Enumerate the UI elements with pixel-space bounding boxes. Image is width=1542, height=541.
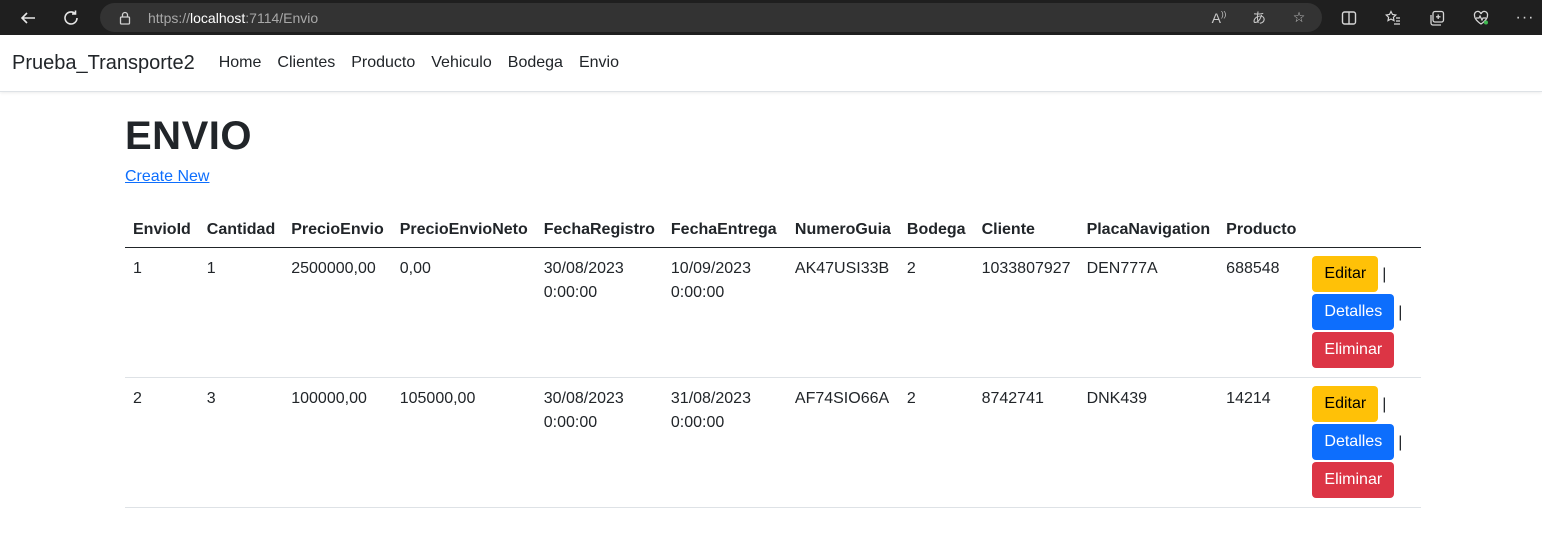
row-actions: Editar | Detalles | Eliminar [1304, 377, 1421, 508]
cell-fechaentrega: 31/08/2023 0:00:00 [662, 377, 787, 508]
header-cantidad: Cantidad [198, 213, 284, 248]
header-envioid: EnvioId [125, 213, 199, 248]
cell-placa: DEN777A [1078, 247, 1219, 378]
table-row: 2 3 100000,00 105000,00 30/08/2023 0:00:… [125, 377, 1421, 508]
split-screen-icon[interactable] [1340, 9, 1358, 27]
nav-link-bodega[interactable]: Bodega [500, 54, 571, 72]
translate-icon[interactable]: あ [1250, 8, 1268, 28]
nav-link-vehiculo[interactable]: Vehiculo [423, 54, 500, 72]
cell-bodega: 2 [898, 377, 974, 508]
action-separator: | [1382, 266, 1387, 283]
main-content: ENVIO Create New EnvioId Cantidad Precio… [125, 92, 1421, 508]
details-button[interactable]: Detalles [1312, 424, 1395, 460]
cell-numeroguia: AK47USI33B [786, 247, 899, 378]
header-numeroguia: NumeroGuia [786, 213, 899, 248]
create-new-link[interactable]: Create New [125, 168, 209, 186]
cell-cantidad: 3 [198, 377, 284, 508]
browser-toolbar: https://localhost:7114/Envio A)) あ ☆ ··· [0, 0, 1542, 35]
cell-producto: 14214 [1218, 377, 1305, 508]
cell-numeroguia: AF74SIO66A [786, 377, 899, 508]
more-options-icon[interactable]: ··· [1516, 9, 1534, 27]
cell-fecharegistro: 30/08/2023 0:00:00 [535, 377, 663, 508]
nav-link-producto[interactable]: Producto [343, 54, 423, 72]
action-separator: | [1382, 396, 1387, 413]
cell-fechaentrega: 10/09/2023 0:00:00 [662, 247, 787, 378]
header-producto: Producto [1218, 213, 1305, 248]
header-actions [1304, 213, 1421, 248]
cell-envioid: 1 [125, 247, 199, 378]
browser-essentials-icon[interactable] [1472, 9, 1490, 27]
cell-producto: 688548 [1218, 247, 1305, 378]
cell-bodega: 2 [898, 247, 974, 378]
url-text: https://localhost:7114/Envio [148, 9, 319, 26]
action-separator: | [1398, 304, 1403, 321]
row-actions: Editar | Detalles | Eliminar [1304, 247, 1421, 378]
favorites-icon[interactable] [1384, 9, 1402, 27]
cell-precioenvio: 2500000,00 [283, 247, 392, 378]
cell-fecharegistro: 30/08/2023 0:00:00 [535, 247, 663, 378]
page-title: ENVIO [125, 114, 252, 158]
cell-precioenvioneto: 0,00 [391, 247, 536, 378]
nav-link-home[interactable]: Home [211, 54, 270, 72]
cell-placa: DNK439 [1078, 377, 1219, 508]
table-row: 1 1 2500000,00 0,00 30/08/2023 0:00:00 1… [125, 247, 1421, 378]
cell-cantidad: 1 [198, 247, 284, 378]
header-bodega: Bodega [898, 213, 974, 248]
header-precioenvio: PrecioEnvio [283, 213, 392, 248]
cell-precioenvioneto: 105000,00 [391, 377, 536, 508]
edit-button[interactable]: Editar [1312, 386, 1379, 422]
table-header-row: EnvioId Cantidad PrecioEnvio PrecioEnvio… [125, 213, 1421, 248]
cell-cliente: 8742741 [973, 377, 1079, 508]
collections-icon[interactable] [1428, 9, 1446, 27]
cell-precioenvio: 100000,00 [283, 377, 392, 508]
header-cliente: Cliente [973, 213, 1079, 248]
nav-link-clientes[interactable]: Clientes [269, 54, 343, 72]
details-button[interactable]: Detalles [1312, 294, 1395, 330]
header-fecharegistro: FechaRegistro [535, 213, 663, 248]
header-placanavigation: PlacaNavigation [1078, 213, 1219, 248]
navbar-brand[interactable]: Prueba_Transporte2 [12, 52, 195, 75]
cell-cliente: 1033807927 [973, 247, 1079, 378]
header-fechaentrega: FechaEntrega [662, 213, 787, 248]
back-button[interactable] [10, 0, 46, 35]
action-separator: | [1398, 434, 1403, 451]
envio-table: EnvioId Cantidad PrecioEnvio PrecioEnvio… [125, 213, 1421, 508]
back-arrow-icon [20, 11, 35, 24]
app-navbar: Prueba_Transporte2 Home Clientes Product… [0, 35, 1542, 92]
refresh-icon [64, 10, 78, 25]
delete-button[interactable]: Eliminar [1312, 462, 1395, 498]
delete-button[interactable]: Eliminar [1312, 332, 1395, 368]
favorite-star-icon[interactable]: ☆ [1290, 9, 1308, 26]
address-bar[interactable]: https://localhost:7114/Envio A)) あ ☆ [100, 3, 1322, 32]
read-aloud-icon[interactable]: A)) [1210, 10, 1228, 26]
lock-icon [119, 11, 131, 25]
nav-link-envio[interactable]: Envio [571, 54, 627, 72]
header-precioenvioneto: PrecioEnvioNeto [391, 213, 536, 248]
cell-envioid: 2 [125, 377, 199, 508]
refresh-button[interactable] [53, 0, 89, 35]
edit-button[interactable]: Editar [1312, 256, 1379, 292]
